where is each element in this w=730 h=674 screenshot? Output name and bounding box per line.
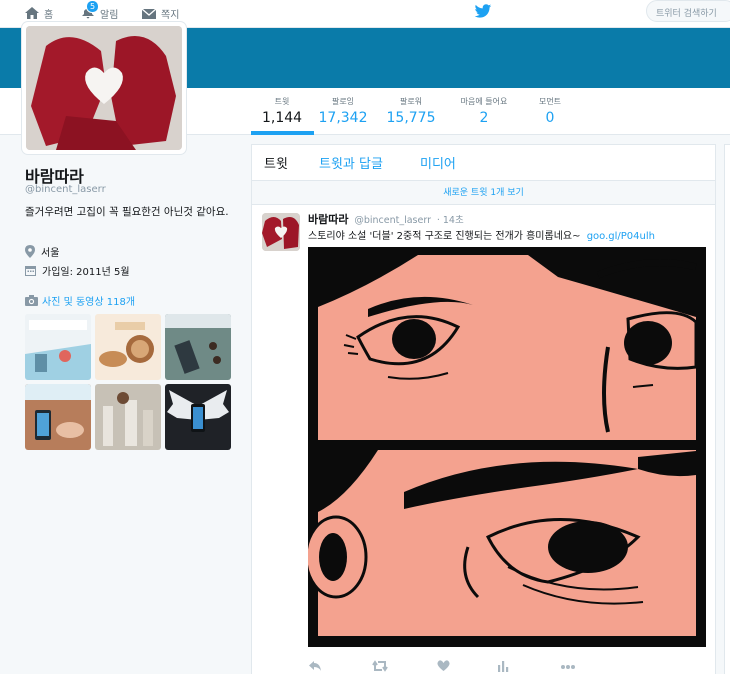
tweet-actions: [308, 657, 588, 673]
envelope-icon: [141, 8, 157, 19]
stat-followers[interactable]: 팔로워 15,775: [386, 96, 436, 126]
stat-value: 0: [545, 110, 555, 126]
stat-label: 모먼트: [538, 97, 562, 106]
photo-thumbnail[interactable]: [25, 384, 91, 450]
stat-moments[interactable]: 모먼트 0: [530, 96, 570, 126]
photo-thumbnail[interactable]: [95, 314, 161, 380]
tab-media[interactable]: 미디어: [420, 153, 456, 172]
right-sidebar-card: [724, 144, 730, 674]
photo-thumbnail[interactable]: [165, 314, 231, 380]
nav-notifications-label: 알림: [100, 9, 119, 21]
photo-thumbnail[interactable]: [95, 384, 161, 450]
location-text: 서울: [41, 248, 60, 259]
search-input[interactable]: 트위터 검색하기: [646, 0, 730, 22]
stat-label: 팔로잉: [331, 97, 355, 106]
notifications-badge: 5: [86, 0, 100, 13]
camera-icon: [25, 295, 38, 306]
timeline-tabs: 트윗 트윗과 답글 미디어: [252, 145, 715, 181]
stat-label: 마음에 들어요: [460, 97, 508, 106]
stat-label: 트윗: [274, 97, 290, 106]
tab-tweets-replies[interactable]: 트윗과 답글: [319, 153, 383, 172]
tweet-body: 스토리야 소설 '더블' 2중적 구조로 진행되는 전개가 흥미롭네요~: [308, 231, 581, 242]
tweet-link[interactable]: goo.gl/P04ulh: [587, 231, 655, 242]
profile-avatar[interactable]: [22, 22, 186, 154]
timeline-panel: 트윗 트윗과 답글 미디어 새로운 트윗 1개 보기 바람따라 @bincent…: [251, 144, 716, 674]
active-tab-indicator: [251, 131, 314, 135]
profile-bio: 즐거우려면 고집이 꼭 필요한건 아닌것 같아요.: [25, 206, 229, 218]
profile-joined: 가입일: 2011년 5월: [25, 263, 130, 278]
calendar-icon: [25, 266, 36, 276]
nav-home[interactable]: 홈: [24, 4, 53, 22]
nav-messages[interactable]: 쪽지: [141, 4, 179, 22]
new-tweets-bar[interactable]: 새로운 트윗 1개 보기: [252, 181, 715, 205]
nav-messages-label: 쪽지: [161, 9, 180, 21]
tweet-author-handle: @bincent_laserr: [354, 215, 431, 226]
photos-videos-label: 사진 및 동영상 118개: [42, 297, 136, 308]
location-pin-icon: [25, 245, 35, 258]
like-heart-icon[interactable]: [437, 657, 450, 674]
home-icon: [25, 7, 39, 19]
stat-following[interactable]: 팔로잉 17,342: [318, 96, 368, 126]
tweet-text: 스토리야 소설 '더블' 2중적 구조로 진행되는 전개가 흥미롭네요~ goo…: [308, 227, 655, 242]
stat-value: 1,144: [262, 110, 303, 126]
photo-thumbnail[interactable]: [165, 384, 231, 450]
photo-thumbnail[interactable]: [25, 314, 91, 380]
tab-tweets[interactable]: 트윗: [264, 153, 288, 172]
tweet-avatar[interactable]: [262, 213, 300, 251]
stat-label: 팔로워: [399, 97, 423, 106]
stat-tweets[interactable]: 트윗 1,144: [262, 96, 302, 126]
photos-videos-link[interactable]: 사진 및 동영상 118개: [25, 293, 135, 308]
stat-value: 17,342: [318, 110, 368, 126]
profile-handle[interactable]: @bincent_laserr: [25, 184, 106, 195]
tweet-timestamp[interactable]: · 14초: [437, 215, 464, 226]
tweet-media-image[interactable]: [308, 247, 706, 647]
retweet-icon[interactable]: [372, 657, 388, 674]
stat-value: 15,775: [386, 110, 436, 126]
stat-value: 2: [479, 110, 489, 126]
nav-notifications[interactable]: 5 알림: [80, 0, 119, 22]
tweet-author[interactable]: 바람따라 @bincent_laserr · 14초: [308, 211, 464, 227]
more-options-icon[interactable]: [560, 657, 576, 674]
avatar-image: [26, 26, 182, 150]
tweet-author-name: 바람따라: [308, 213, 349, 226]
reply-icon[interactable]: [308, 657, 322, 674]
joined-text: 가입일: 2011년 5월: [42, 267, 130, 278]
stat-likes[interactable]: 마음에 들어요 2: [452, 96, 516, 126]
twitter-logo-icon[interactable]: [474, 4, 492, 23]
nav-home-label: 홈: [44, 9, 54, 21]
profile-location: 서울: [25, 244, 59, 259]
analytics-icon[interactable]: [497, 657, 509, 674]
